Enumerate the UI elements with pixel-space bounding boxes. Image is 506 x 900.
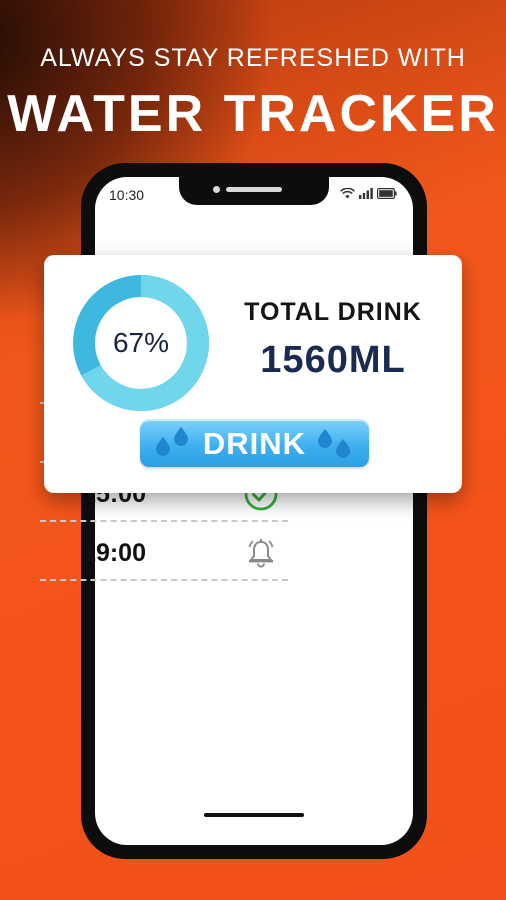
signal-icon xyxy=(359,188,373,199)
progress-percent: 67% xyxy=(112,327,170,358)
status-icons xyxy=(340,188,397,199)
alarm-bell-icon[interactable] xyxy=(244,536,278,570)
camera-dot xyxy=(213,186,220,193)
battery-icon xyxy=(377,188,397,199)
schedule-row[interactable]: 19:00 xyxy=(40,522,288,581)
reminder-time: 19:00 xyxy=(82,539,146,567)
summary-card: 67% TOTAL DRINK 1560ML DRINK xyxy=(44,255,462,493)
app-title: WATER TRACKER xyxy=(7,85,499,143)
total-drink-label: TOTAL DRINK xyxy=(244,298,422,326)
drink-button[interactable]: DRINK xyxy=(140,419,369,467)
wifi-icon xyxy=(340,188,355,199)
drink-button-label: DRINK xyxy=(202,426,307,461)
total-drink-value: 1560ML xyxy=(260,339,406,381)
status-time: 10:30 xyxy=(109,187,145,203)
phone-notch xyxy=(179,177,329,205)
speaker-grille xyxy=(226,187,282,192)
tagline: ALWAYS STAY REFRESHED WITH xyxy=(40,44,466,72)
home-indicator[interactable] xyxy=(204,813,304,817)
